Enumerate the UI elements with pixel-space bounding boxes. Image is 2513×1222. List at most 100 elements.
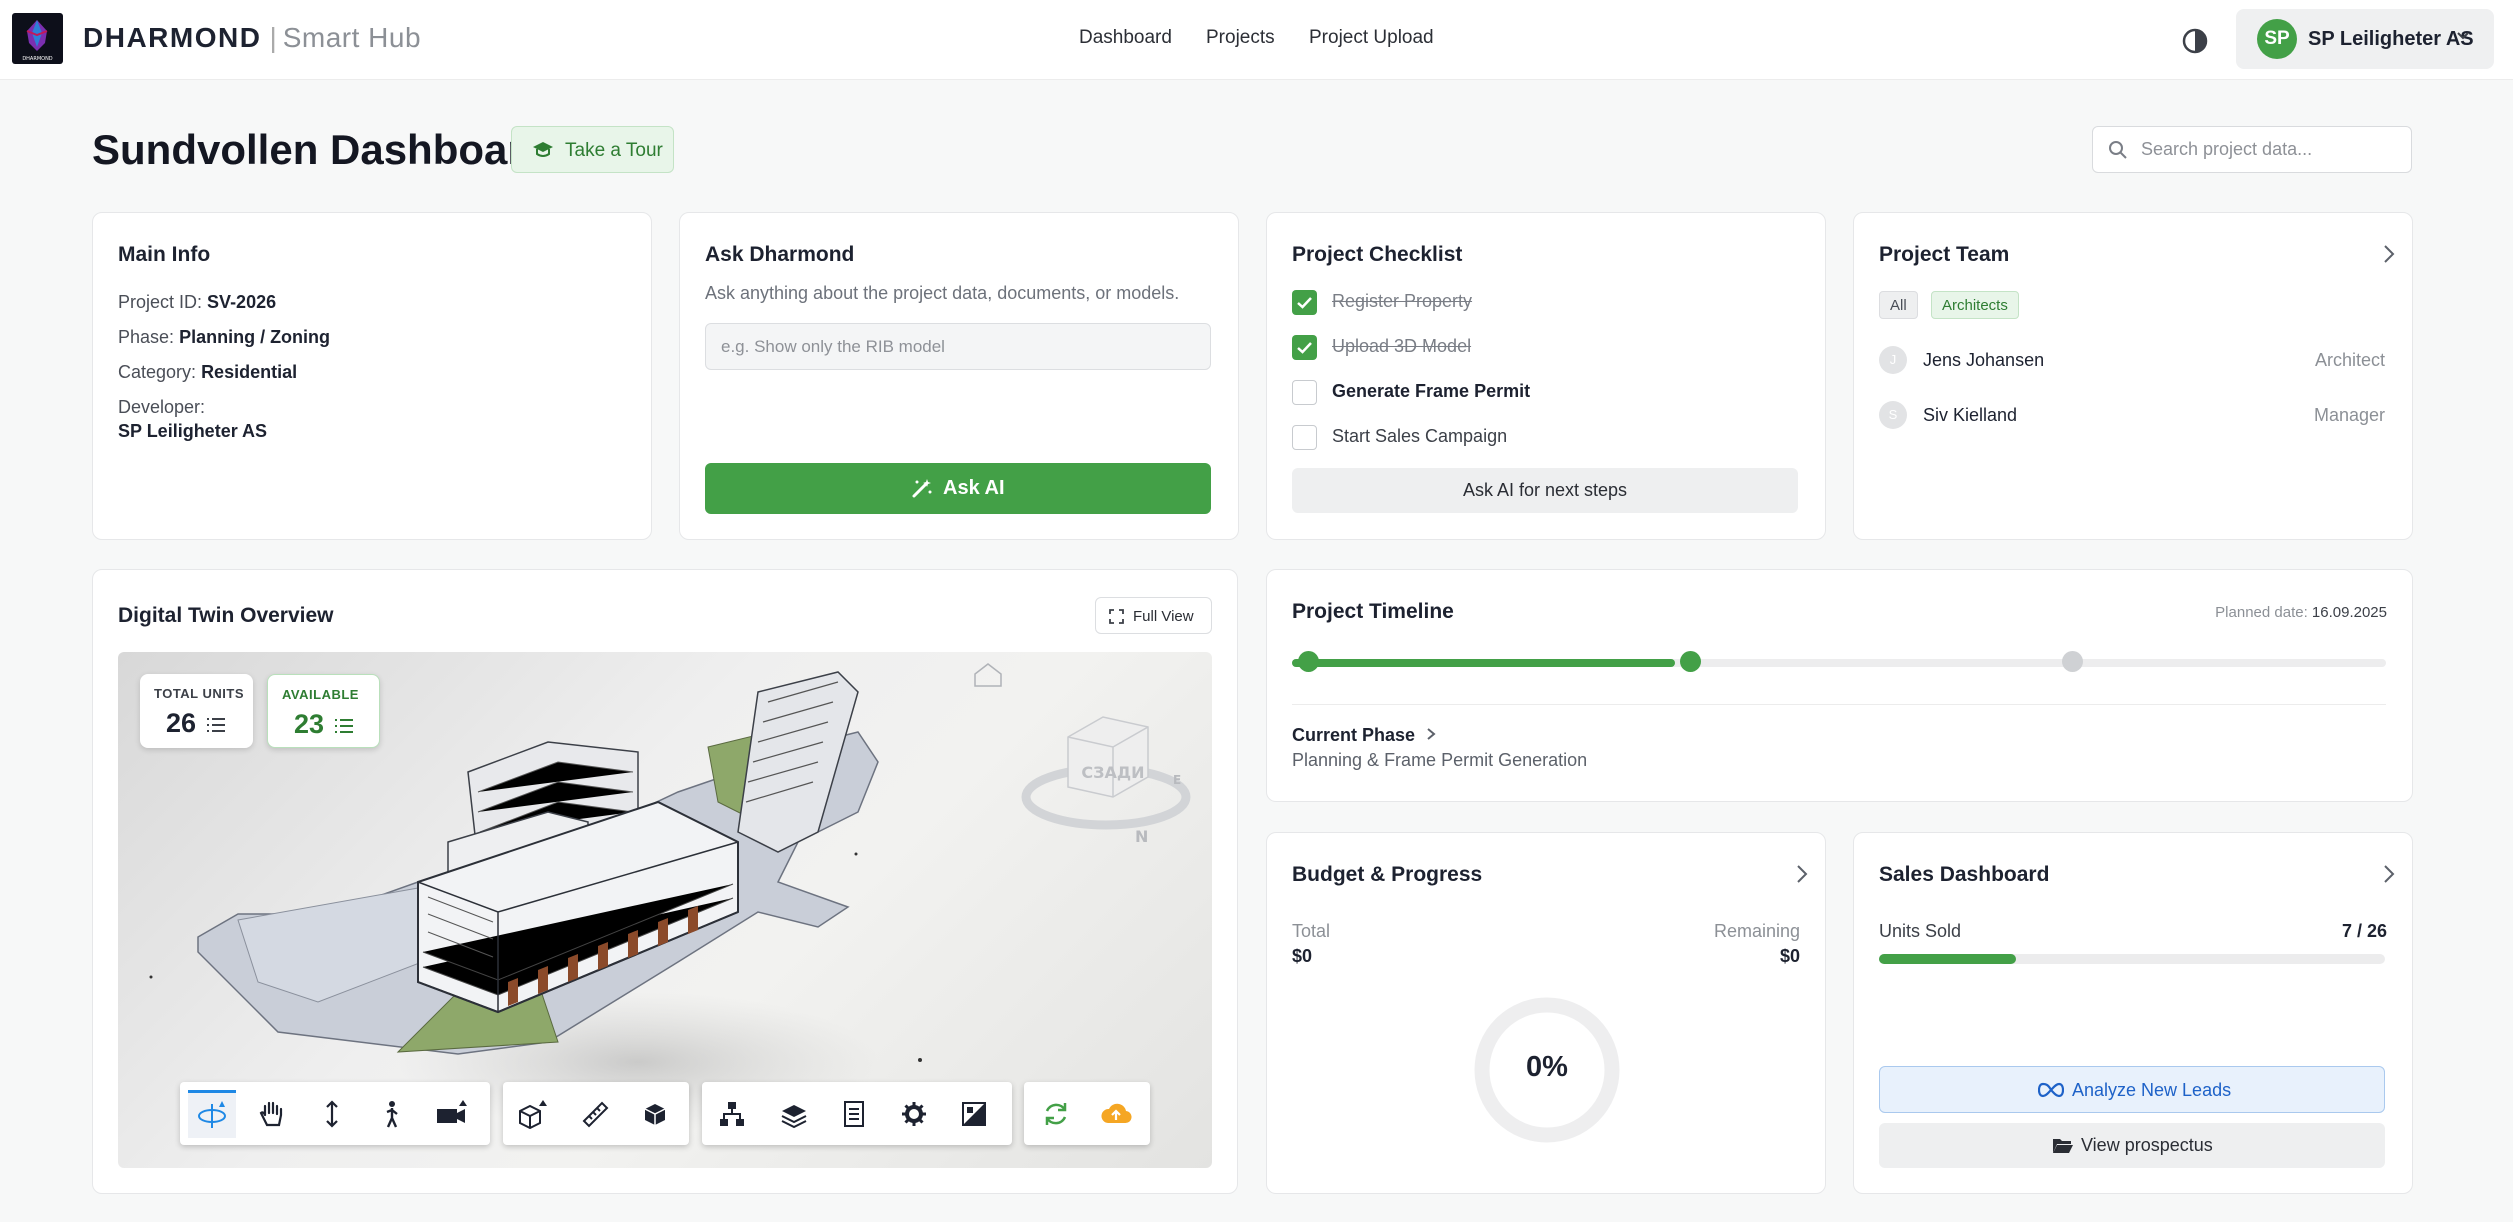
checklist-title: Project Checklist — [1292, 243, 1463, 266]
checklist-item-upload-3d-model: Upload 3D Model — [1332, 336, 1472, 356]
planned-date-label: Planned date: — [2215, 604, 2308, 621]
phase-label: Phase: — [118, 327, 175, 347]
magic-wand-icon — [912, 479, 932, 498]
sales-title: Sales Dashboard — [1879, 863, 2050, 886]
full-view-button[interactable]: Full View — [1095, 597, 1212, 634]
ask-subtitle: Ask anything about the project data, doc… — [705, 283, 1180, 303]
nav-projects[interactable]: Projects — [1206, 27, 1275, 49]
layers-icon[interactable] — [770, 1090, 818, 1138]
chevron-right-icon[interactable] — [2382, 863, 2396, 885]
nav-project-upload[interactable]: Project Upload — [1309, 27, 1434, 49]
viewer-toolbar-sync — [1024, 1082, 1150, 1145]
list-icon — [335, 719, 353, 733]
ask-title: Ask Dharmond — [705, 243, 855, 266]
avatar: S — [1879, 401, 1907, 429]
3d-viewer-canvas[interactable]: СЗАДИ N E TOTAL UNITS 26 AVAILABLE 23 — [118, 652, 1212, 1168]
refresh-icon[interactable] — [1032, 1090, 1080, 1138]
milestone-dot-current[interactable] — [1680, 651, 1701, 672]
developer-value: SP Leiligheter AS — [118, 421, 267, 442]
budget-percent: 0% — [1526, 1051, 1568, 1083]
user-menu-button[interactable]: SP SP Leiligheter AS — [2236, 9, 2494, 69]
ask-dharmond-card: Ask Dharmond Ask anything about the proj… — [679, 212, 1239, 540]
checklist-item-start-sales-campaign: Start Sales Campaign — [1332, 426, 1508, 446]
filter-all[interactable]: All — [1879, 291, 1918, 319]
checklist-item-register-property: Register Property — [1332, 291, 1473, 311]
team-member-row[interactable]: S Siv Kielland Manager — [1879, 401, 2385, 431]
team-title: Project Team — [1879, 243, 2010, 266]
developer-name: SP Leiligheter AS — [118, 421, 268, 441]
member-role: Architect — [2314, 350, 2385, 370]
total-units-stat[interactable]: TOTAL UNITS 26 — [140, 674, 253, 748]
nav-dashboard[interactable]: Dashboard — [1079, 27, 1172, 49]
top-bar: DHARMOND DHARMOND | Smart Hub Dashboard Pr… — [0, 0, 2513, 80]
upload-cloud-icon[interactable] — [1092, 1090, 1140, 1138]
measure-icon[interactable] — [571, 1090, 619, 1138]
model-tree-icon[interactable] — [708, 1090, 756, 1138]
analyze-new-leads-button[interactable]: Analyze New Leads — [1879, 1066, 2385, 1113]
pan-hand-icon[interactable] — [248, 1090, 296, 1138]
category-value: Residential — [201, 362, 298, 382]
digital-twin-card: Digital Twin Overview Full View СЗАДИ N … — [92, 569, 1238, 1194]
check-icon — [1297, 342, 1312, 354]
developer-label: Developer: — [118, 397, 206, 417]
digital-twin-title: Digital Twin Overview — [118, 604, 334, 627]
properties-icon[interactable] — [830, 1090, 878, 1138]
take-a-tour-button[interactable]: Take a Tour — [511, 126, 674, 173]
ask-input[interactable] — [721, 324, 1191, 369]
phase-value: Planning / Zoning — [179, 327, 331, 347]
brand-subtitle: Smart Hub — [282, 22, 422, 53]
view-prospectus-button[interactable]: View prospectus — [1879, 1123, 2385, 1168]
category-label: Category: — [118, 362, 197, 382]
divider — [1292, 704, 2386, 705]
camera-icon[interactable] — [428, 1090, 476, 1138]
settings-icon[interactable] — [890, 1090, 938, 1138]
project-team-card: Project Team All Architects J Jens Johan… — [1853, 212, 2413, 540]
checkbox-checked[interactable] — [1292, 290, 1317, 315]
remaining-label: Remaining — [1713, 921, 1800, 941]
zoom-icon[interactable] — [308, 1090, 356, 1138]
available-value: 23 — [294, 709, 325, 739]
theme-toggle-icon[interactable] — [2180, 26, 2210, 56]
chevron-right-icon[interactable] — [1795, 863, 1809, 885]
milestone-dot-complete[interactable] — [1298, 651, 1319, 672]
analyze-new-leads-label: Analyze New Leads — [2072, 1080, 2232, 1100]
search-icon — [2109, 141, 2127, 159]
timeline-title: Project Timeline — [1292, 600, 1454, 623]
brand-separator: | — [269, 22, 277, 53]
search-input[interactable] — [2141, 127, 2401, 172]
ask-ai-button[interactable]: Ask AI — [705, 463, 1211, 514]
current-phase-label: Current Phase — [1292, 725, 1416, 745]
category-row: Category: Residential — [118, 362, 297, 383]
ask-ai-next-steps-button[interactable]: Ask AI for next steps — [1292, 468, 1798, 513]
tour-label: Take a Tour — [565, 140, 663, 161]
meta-infinity-icon — [2038, 1082, 2064, 1098]
section-box-icon[interactable] — [509, 1090, 557, 1138]
planned-date: Planned date: 16.09.2025 — [2215, 604, 2387, 621]
expand-icon — [1109, 609, 1124, 624]
checkbox-unchecked[interactable] — [1292, 380, 1317, 405]
render-mode-icon[interactable] — [950, 1090, 998, 1138]
svg-text:DHARMOND: DHARMOND — [22, 56, 52, 62]
dharmond-logo[interactable]: DHARMOND — [12, 13, 63, 64]
budget-title: Budget & Progress — [1292, 863, 1483, 886]
total-value: $0 — [1292, 946, 1313, 966]
units-sold-label: Units Sold — [1879, 921, 1962, 941]
member-name: Siv Kielland — [1923, 405, 2018, 425]
timeline-progress-fill — [1292, 659, 1675, 667]
first-person-icon[interactable] — [368, 1090, 416, 1138]
team-member-row[interactable]: J Jens Johansen Architect — [1879, 346, 2385, 376]
checklist-item-generate-frame-permit: Generate Frame Permit — [1332, 381, 1531, 401]
page-title: Sundvollen Dashboard — [92, 126, 550, 173]
checkbox-checked[interactable] — [1292, 335, 1317, 360]
home-view-icon[interactable] — [974, 663, 1002, 687]
checkbox-unchecked[interactable] — [1292, 425, 1317, 450]
current-phase-link[interactable]: Current Phase — [1292, 725, 1436, 746]
orbit-icon[interactable] — [188, 1090, 236, 1138]
explode-icon[interactable] — [631, 1090, 679, 1138]
navigation-cube-icon[interactable]: СЗАДИ N E — [1021, 716, 1191, 846]
milestone-dot-upcoming[interactable] — [2062, 651, 2083, 672]
filter-architects[interactable]: Architects — [1931, 291, 2019, 319]
chevron-right-icon[interactable] — [2382, 243, 2396, 265]
available-units-stat[interactable]: AVAILABLE 23 — [267, 674, 380, 748]
brand-title: DHARMOND | Smart Hub — [83, 22, 421, 54]
